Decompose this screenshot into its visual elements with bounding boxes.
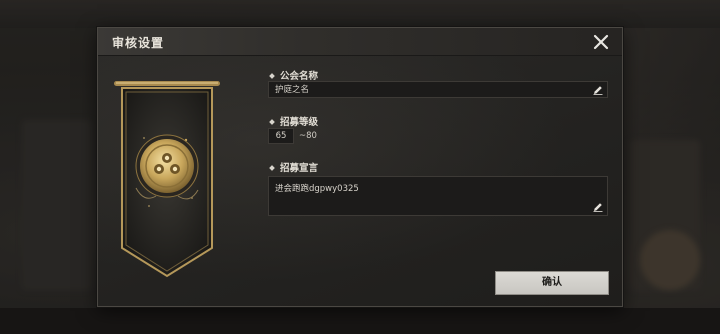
- guild-banner: [114, 78, 220, 278]
- guild-name-input[interactable]: 护庭之名: [268, 81, 608, 98]
- review-settings-dialog: 审核设置 公会名称 护庭之名 招募等级 65 ~80 招募宣言 进会跑跑dgpw…: [97, 27, 623, 307]
- diamond-bullet-icon: [269, 72, 275, 79]
- close-button[interactable]: [590, 31, 612, 53]
- recruit-level-input[interactable]: 65: [268, 128, 294, 144]
- edit-icon[interactable]: [593, 85, 603, 95]
- guild-name-label: 公会名称: [269, 68, 318, 82]
- dialog-header: 审核设置: [98, 28, 622, 56]
- recruit-declaration-textarea[interactable]: 进会跑跑dgpwy0325: [268, 176, 608, 216]
- recruit-declaration-value: 进会跑跑dgpwy0325: [275, 184, 359, 194]
- recruit-level-max: ~80: [299, 131, 317, 141]
- guild-emblem-icon: [114, 81, 220, 278]
- diamond-bullet-icon: [269, 164, 275, 171]
- dialog-title: 审核设置: [112, 36, 165, 50]
- confirm-button[interactable]: 确认: [495, 271, 609, 295]
- edit-icon[interactable]: [593, 202, 603, 212]
- diamond-bullet-icon: [269, 118, 275, 125]
- close-icon: [593, 34, 609, 50]
- guild-name-value: 护庭之名: [275, 85, 310, 95]
- recruit-level-label: 招募等级: [269, 114, 318, 128]
- recruit-declaration-label: 招募宣言: [269, 160, 318, 174]
